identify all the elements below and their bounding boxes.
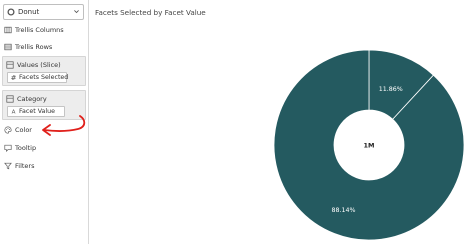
tooltip-icon: [4, 144, 12, 152]
slice-label-2: 88.14%: [331, 207, 355, 214]
chart-title: Facets Selected by Facet Value: [95, 8, 206, 17]
donut-chart-icon: [7, 8, 15, 16]
trellis-rows-icon: [4, 43, 12, 51]
filters-label: Filters: [15, 162, 35, 170]
category-well[interactable]: Category A Facet Value: [2, 90, 86, 120]
measure-hash-icon: #: [10, 74, 17, 82]
facets-selected-pill[interactable]: # Facets Selected: [7, 72, 69, 83]
chevron-down-icon: [74, 10, 79, 14]
donut-chart[interactable]: 1M 11.86% 88.14%: [272, 48, 466, 242]
facet-value-label: Facet Value: [19, 108, 56, 115]
palette-icon: [4, 126, 12, 134]
category-label: Category: [17, 95, 47, 103]
center-total-label: 1M: [364, 142, 375, 150]
values-slice-well[interactable]: Values (Slice) # Facets Selected: [2, 56, 86, 86]
facet-value-pill[interactable]: A Facet Value: [7, 106, 65, 117]
trellis-columns-icon: [4, 26, 12, 34]
values-slice-icon: [6, 61, 14, 69]
trellis-columns-label: Trellis Columns: [15, 26, 64, 34]
properties-panel: Donut Trellis Columns Trellis Rows Value…: [0, 0, 89, 244]
attribute-icon: A: [12, 110, 16, 115]
category-icon: [6, 95, 14, 103]
svg-text:A: A: [12, 110, 16, 115]
trellis-rows-label: Trellis Rows: [15, 43, 53, 51]
filter-funnel-icon: [4, 162, 12, 170]
values-slice-label: Values (Slice): [17, 61, 61, 69]
slice-label-1: 11.86%: [379, 86, 403, 93]
color-label: Color: [15, 126, 32, 134]
facets-selected-label: Facets Selected: [19, 74, 69, 81]
tooltip-label: Tooltip: [15, 144, 37, 152]
chart-type-selector[interactable]: Donut: [3, 4, 84, 20]
chart-type-label: Donut: [18, 8, 40, 16]
